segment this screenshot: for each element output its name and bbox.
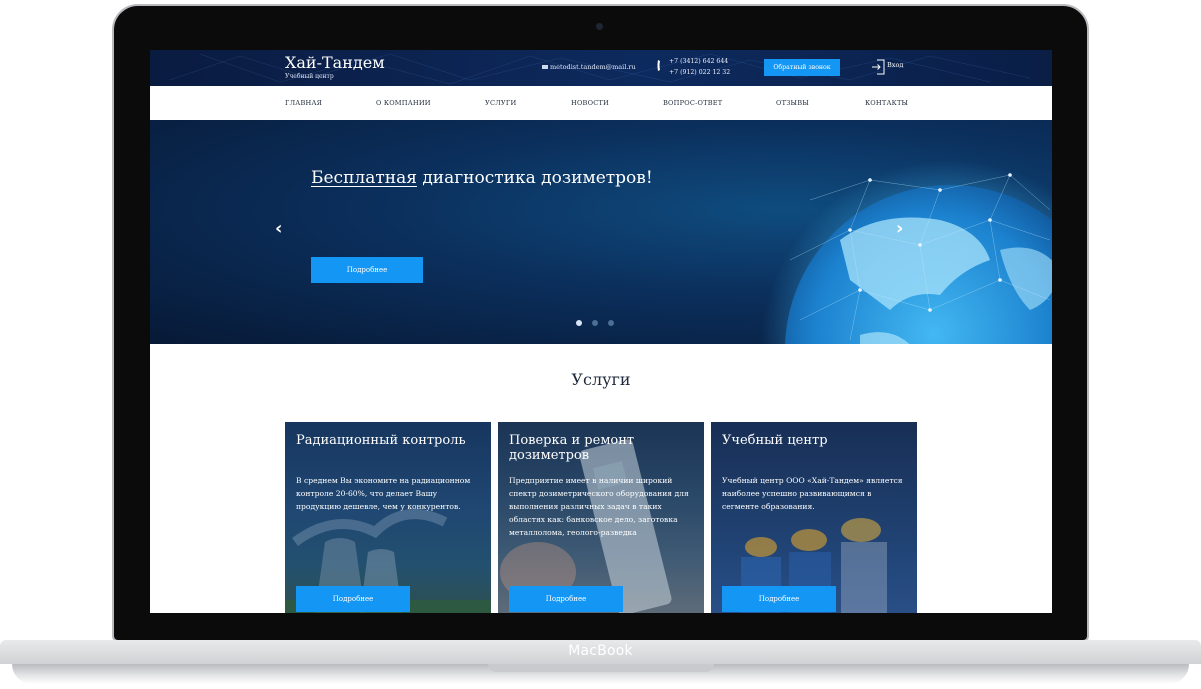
card-title: Учебный центр (722, 433, 828, 448)
card-more-button[interactable]: Подробнее (296, 586, 410, 612)
slider-dots (576, 320, 614, 326)
login-icon[interactable] (871, 59, 885, 75)
hero-slider: Бесплатная диагностика дозиметров! Подро… (150, 120, 1052, 344)
logo-subtitle: Учебный центр (285, 73, 334, 80)
chevron-right-icon[interactable]: › (896, 218, 903, 239)
slider-dot-3[interactable] (608, 320, 614, 326)
hero-title-rest: диагностика дозиметров! (416, 168, 653, 188)
card-text: В среднем Вы экономите на радиационном к… (296, 476, 471, 511)
hero-more-button[interactable]: Подробнее (311, 257, 423, 283)
card-title: Радиационный контроль (296, 433, 466, 448)
card-text: Предприятие имеет в наличии широкий спек… (509, 476, 689, 537)
service-card-dosimeters[interactable]: Поверка и ремонт дозиметров Предприятие … (498, 422, 704, 613)
email-text: metodist.tandem@mail.ru (550, 63, 636, 71)
slider-dot-2[interactable] (592, 320, 598, 326)
nav-item-services[interactable]: УСЛУГИ (485, 99, 516, 107)
login-link[interactable]: Вход (887, 61, 903, 69)
cooling-towers-image (285, 509, 491, 613)
services-title: Услуги (571, 370, 631, 389)
nav-item-news[interactable]: НОВОСТИ (571, 99, 609, 107)
callback-button[interactable]: Обратный звонок (764, 59, 840, 76)
nav-item-home[interactable]: ГЛАВНАЯ (285, 99, 322, 107)
camera-icon (596, 23, 603, 30)
service-card-radiation[interactable]: Радиационный контроль В среднем Вы эконо… (285, 422, 491, 613)
laptop-notch (488, 664, 714, 672)
device-label: MacBook (568, 643, 633, 659)
main-nav: ГЛАВНАЯ О КОМПАНИИ УСЛУГИ НОВОСТИ ВОПРОС… (150, 86, 1052, 121)
card-text: Учебный центр ООО «Хай-Тандем» является … (722, 476, 903, 511)
email-link[interactable]: metodist.tandem@mail.ru (542, 63, 636, 71)
nav-item-faq[interactable]: ВОПРОС-ОТВЕТ (663, 99, 722, 107)
logo-title[interactable]: Хай-Тандем (285, 53, 385, 72)
mail-icon (542, 65, 548, 69)
nav-item-contacts[interactable]: КОНТАКТЫ (865, 99, 908, 107)
card-more-button[interactable]: Подробнее (722, 586, 836, 612)
nav-item-reviews[interactable]: ОТЗЫВЫ (776, 99, 809, 107)
globe-illustration (760, 160, 1052, 344)
slider-dot-1[interactable] (576, 320, 582, 326)
card-title: Поверка и ремонт дозиметров (509, 433, 635, 463)
phone-icon (657, 59, 663, 73)
service-card-training[interactable]: Учебный центр Учебный центр ООО «Хай-Тан… (711, 422, 917, 613)
workers-in-helmets-image (741, 518, 887, 613)
browser-screen: Хай-Тандем Учебный центр metodist.tandem… (150, 50, 1052, 613)
hero-title-highlight[interactable]: Бесплатная (311, 168, 417, 188)
phone-number-2[interactable]: +7 (912) 022 12 32 (669, 69, 730, 76)
hero-title: Бесплатная диагностика дозиметров! (311, 168, 653, 188)
chevron-left-icon[interactable]: ‹ (275, 218, 282, 239)
top-header: Хай-Тандем Учебный центр metodist.tandem… (150, 50, 1052, 86)
nav-item-about[interactable]: О КОМПАНИИ (376, 99, 431, 107)
card-more-button[interactable]: Подробнее (509, 586, 623, 612)
phone-number-1[interactable]: +7 (3412) 642 644 (669, 58, 728, 65)
